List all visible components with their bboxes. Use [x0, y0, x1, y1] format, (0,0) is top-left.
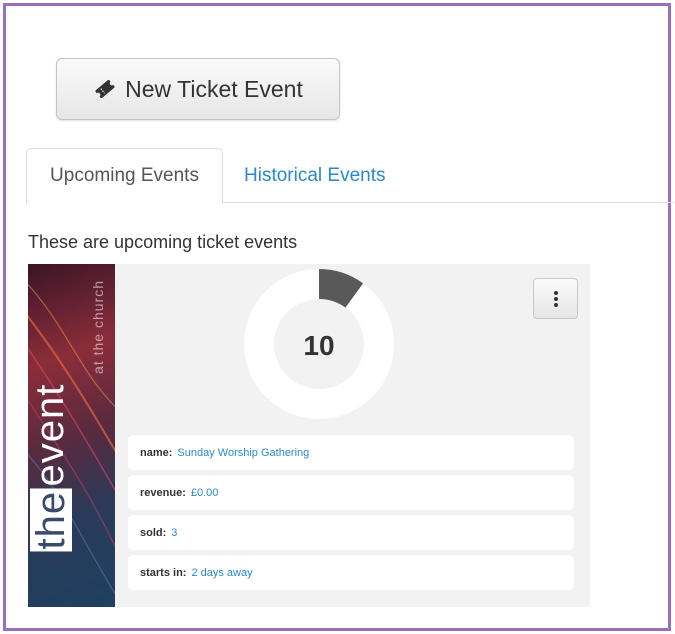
event-detail-revenue: revenue: £0.00 — [128, 475, 574, 510]
events-tabs: Upcoming Events Historical Events — [26, 148, 674, 204]
donut-value: 10 — [303, 330, 334, 361]
detail-key: sold: — [140, 526, 167, 539]
detail-key: name: — [140, 446, 173, 459]
event-poster-image: at the church the event — [28, 264, 115, 607]
donut-fill — [318, 269, 364, 309]
intro-text: These are upcoming ticket events — [28, 232, 298, 252]
detail-key: starts in: — [140, 566, 187, 579]
detail-value[interactable]: 2 days away — [191, 567, 252, 579]
vertical-ellipsis-icon — [553, 290, 558, 307]
poster-title-word-2: event — [28, 384, 72, 487]
tab-historical-events[interactable]: Historical Events — [226, 148, 404, 204]
event-detail-sold: sold: 3 — [128, 515, 574, 550]
detail-value[interactable]: £0.00 — [191, 487, 219, 499]
event-options-button[interactable] — [533, 278, 578, 319]
event-card: at the church the event 10 name: Sunday … — [28, 264, 590, 607]
poster-subtitle: at the church — [90, 280, 106, 374]
new-ticket-event-label: New Ticket Event — [125, 75, 303, 102]
tab-upcoming-events[interactable]: Upcoming Events — [26, 148, 223, 204]
detail-value[interactable]: 3 — [171, 527, 177, 539]
ticket-icon — [93, 77, 117, 101]
poster-title-word-1: the — [29, 488, 73, 552]
event-detail-starts-in: starts in: 2 days away — [128, 555, 574, 590]
detail-key: revenue: — [140, 486, 186, 499]
tickets-progress-donut: 10 — [244, 269, 394, 419]
event-detail-name: name: Sunday Worship Gathering — [128, 435, 574, 470]
poster-title: the event — [28, 384, 73, 552]
screenshot-frame: New Ticket Event Upcoming Events Histori… — [3, 3, 674, 631]
detail-value[interactable]: Sunday Worship Gathering — [177, 447, 309, 459]
new-ticket-event-button[interactable]: New Ticket Event — [56, 58, 340, 120]
